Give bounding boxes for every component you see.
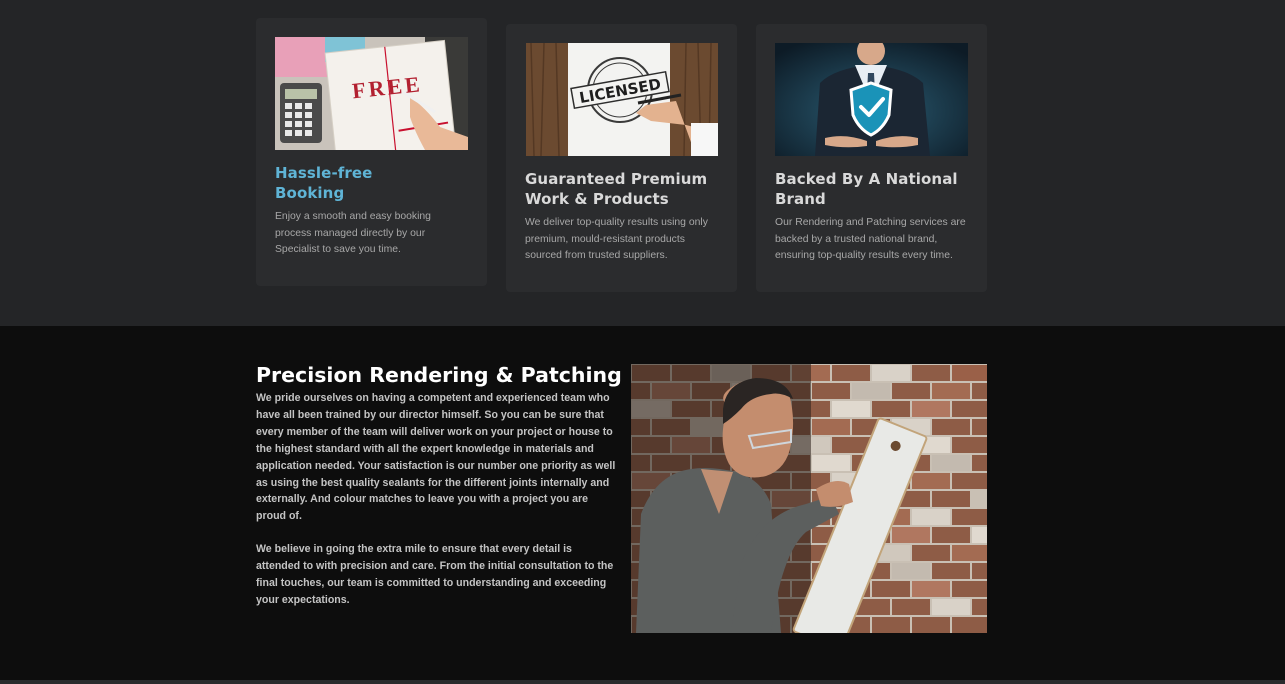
- licensed-stamp-image: LICENSED: [526, 43, 718, 156]
- card-title-line: Backed By A National: [775, 170, 958, 188]
- feature-card-booking: FREE Hassle-free Booking Enjoy a smooth …: [256, 18, 487, 286]
- businessman-shield-illustration: [775, 43, 968, 156]
- brand-shield-image: [775, 43, 968, 156]
- worker-holding-board-illustration: [631, 364, 987, 633]
- licensed-stamp-illustration: LICENSED: [526, 43, 718, 156]
- card-title-line: Guaranteed Premium: [525, 170, 708, 188]
- card-title-line: Hassle-free: [275, 164, 373, 182]
- footer-divider: [0, 680, 1285, 684]
- card-description-premium: We deliver top-quality results using onl…: [525, 217, 708, 262]
- precision-section-title: Precision Rendering & Patching: [256, 363, 622, 387]
- card-title-line: Brand: [775, 190, 826, 208]
- precision-paragraph-1: We pride ourselves on having a competent…: [256, 392, 616, 523]
- card-title-booking: Hassle-free Booking: [275, 163, 470, 203]
- card-title-line: Booking: [275, 184, 345, 202]
- card-description-booking: Enjoy a smooth and easy booking process …: [275, 211, 431, 256]
- card-title-premium: Guaranteed Premium Work & Products: [525, 169, 720, 209]
- feature-card-premium: LICENSED Guaranteed Premium Work & Produ…: [506, 24, 737, 292]
- card-description-brand: Our Rendering and Patching services are …: [775, 217, 966, 262]
- card-title-line: Work & Products: [525, 190, 669, 208]
- notebook-calculator-illustration: FREE: [275, 37, 468, 150]
- free-notebook-image: FREE: [275, 37, 468, 150]
- precision-paragraph-2: We believe in going the extra mile to en…: [256, 543, 614, 606]
- feature-card-brand: Backed By A National Brand Our Rendering…: [756, 24, 987, 292]
- worker-brick-wall-image: [631, 364, 987, 633]
- card-title-brand: Backed By A National Brand: [775, 169, 970, 209]
